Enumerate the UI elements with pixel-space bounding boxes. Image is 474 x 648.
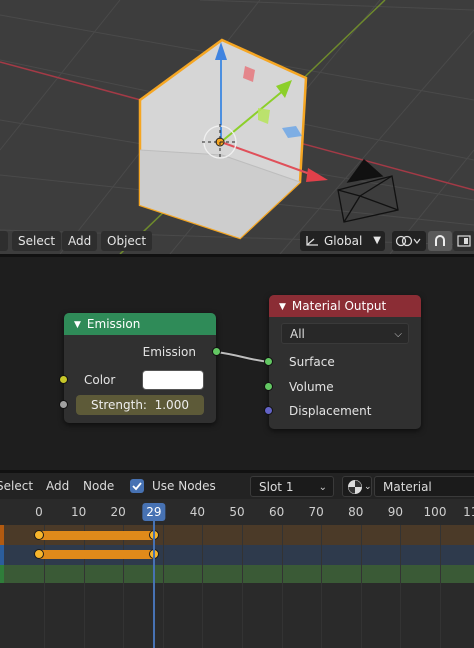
volume-input-socket[interactable] — [264, 382, 273, 391]
material-sphere-icon — [348, 480, 362, 494]
mode-dropdown-edge[interactable] — [0, 231, 8, 251]
magnet-icon — [435, 235, 445, 246]
track-color-marker — [0, 545, 4, 565]
chevron-down-icon: ⌵ — [394, 329, 402, 340]
emission-node-title: Emission — [86, 317, 141, 331]
material-output-header[interactable]: ▼ Material Output — [269, 295, 421, 317]
ruler-tick-label: 50 — [229, 505, 245, 519]
proportional-edit-toggle[interactable] — [453, 231, 474, 251]
ruler-tick-label: 60 — [268, 505, 285, 519]
link-icon — [395, 235, 421, 247]
target-dropdown[interactable]: All ⌵ — [281, 323, 409, 344]
proportional-icon — [457, 235, 471, 247]
emission-node-header[interactable]: ▼ Emission — [64, 313, 216, 335]
viewport-add-menu[interactable]: Add — [62, 231, 98, 251]
material-track[interactable] — [0, 565, 474, 583]
volume-input-label: Volume — [289, 380, 334, 394]
ruler-tick-label: 0 — [35, 505, 43, 519]
chevron-down-icon: ⌄ — [364, 482, 372, 492]
color-input-socket[interactable] — [59, 375, 68, 384]
node-node-menu[interactable]: Node — [83, 477, 114, 495]
snap-toggle[interactable] — [428, 231, 452, 251]
keyframe-hold-bar[interactable] — [39, 550, 154, 559]
transform-orientation-dropdown[interactable]: Global ▼ — [300, 231, 385, 251]
displacement-input-label: Displacement — [289, 404, 372, 418]
track-color-marker — [0, 525, 4, 545]
current-frame-indicator[interactable]: 29 — [142, 503, 166, 521]
collapse-triangle-icon[interactable]: ▼ — [279, 296, 286, 318]
chevron-down-icon: ▼ — [373, 235, 381, 246]
grid-line — [400, 525, 402, 648]
material-name: Material — [383, 480, 432, 494]
strength-field[interactable]: Strength: 1.000 — [76, 395, 204, 415]
chevron-down-icon: ⌄ — [318, 482, 327, 493]
node-editor-canvas[interactable]: ▼ Emission Emission Color Strength: 1.000… — [0, 257, 474, 470]
emission-node[interactable]: ▼ Emission Emission Color Strength: 1.000 — [64, 313, 216, 423]
strength-value: 1.000 — [154, 398, 189, 412]
grid-line — [242, 525, 243, 648]
material-name-field[interactable]: Material — [374, 476, 474, 497]
surface-input-socket[interactable] — [264, 357, 273, 366]
camera-object — [337, 159, 399, 223]
grid-line — [44, 525, 45, 648]
ruler-tick-label: 90 — [387, 505, 404, 519]
color-input-label: Color — [84, 373, 116, 387]
ruler-tick-label: 110 — [463, 505, 474, 519]
grid-line — [321, 525, 323, 648]
keyframe-point[interactable] — [34, 549, 44, 559]
keyframe-point[interactable] — [34, 530, 44, 540]
orientation-icon — [306, 236, 318, 246]
strength-label: Strength: — [91, 398, 147, 412]
slot-dropdown[interactable]: Slot 1 ⌄ — [250, 476, 334, 497]
playhead-line[interactable] — [152, 521, 155, 648]
viewport-select-menu[interactable]: Select — [12, 231, 62, 251]
grid-line — [83, 525, 85, 648]
color-swatch[interactable] — [142, 370, 204, 390]
emission-output-socket[interactable] — [212, 347, 221, 356]
target-value: All — [290, 327, 305, 341]
viewport-scene — [0, 0, 474, 254]
ruler-tick-label: 20 — [110, 505, 126, 519]
checkmark-icon — [132, 482, 142, 491]
ruler-tick-label: 40 — [189, 505, 206, 519]
ruler-tick-label: 100 — [423, 505, 447, 519]
material-browse-button[interactable]: ⌄ — [342, 476, 372, 497]
node-select-menu[interactable]: Select — [0, 477, 33, 495]
material-output-title: Material Output — [291, 299, 387, 313]
viewport-object-menu[interactable]: Object — [101, 231, 153, 251]
slot-value: Slot 1 — [259, 480, 294, 494]
timeline-area[interactable]: 0102030405060708090100110 29 — [0, 499, 474, 648]
surface-input-label: Surface — [289, 355, 335, 369]
timeline-ruler[interactable]: 0102030405060708090100110 — [0, 499, 474, 525]
grid-line — [162, 525, 164, 648]
grid-line — [123, 525, 125, 648]
strength-input-socket[interactable] — [59, 400, 68, 409]
grid-line — [202, 525, 204, 648]
node-add-menu[interactable]: Add — [46, 477, 69, 495]
ruler-tick-label: 70 — [308, 505, 324, 519]
ruler-tick-label: 80 — [348, 505, 364, 519]
emission-output-label: Emission — [142, 345, 196, 359]
3d-viewport[interactable]: Select Add Object Global ▼ — [0, 0, 474, 254]
grid-line — [440, 525, 441, 648]
material-output-node[interactable]: ▼ Material Output All ⌵ Surface Volume Di… — [269, 295, 421, 429]
use-nodes-label: Use Nodes — [152, 479, 216, 493]
collapse-triangle-icon[interactable]: ▼ — [74, 314, 81, 336]
ruler-tick-label: 10 — [70, 505, 87, 519]
node-editor-header: Select Add Node Use Nodes Slot 1 ⌄ ⌄ Mat… — [0, 473, 474, 499]
use-nodes-checkbox[interactable] — [130, 479, 144, 493]
displacement-input-socket[interactable] — [264, 406, 273, 415]
pivot-point-dropdown[interactable] — [392, 231, 426, 251]
grid-line — [281, 525, 283, 648]
grid-line — [360, 525, 362, 648]
orientation-label: Global — [324, 234, 363, 248]
viewport-header: Select Add Object Global ▼ — [0, 229, 474, 253]
keyframe-hold-bar[interactable] — [39, 531, 154, 540]
track-color-marker — [0, 565, 4, 583]
